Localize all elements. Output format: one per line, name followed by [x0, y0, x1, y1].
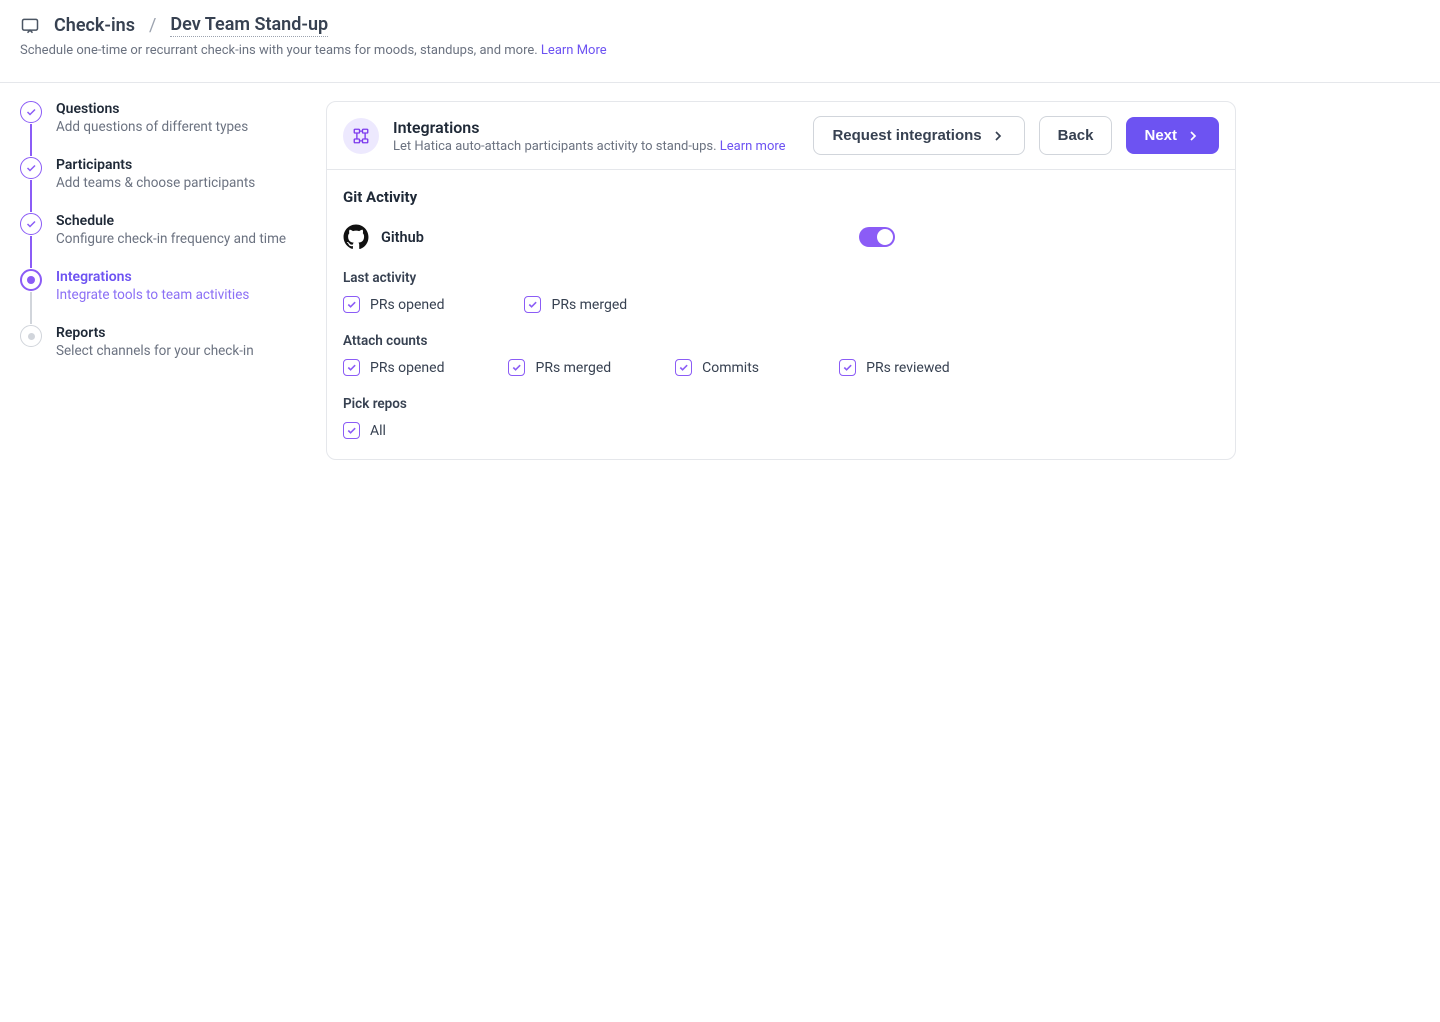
step-reports[interactable]: Reports Select channels for your check-i… — [20, 325, 300, 381]
step-desc: Integrate tools to team activities — [56, 287, 249, 303]
learn-more-link[interactable]: Learn More — [541, 43, 607, 58]
card-title: Integrations — [393, 118, 799, 137]
group-label: Last activity — [343, 270, 1219, 286]
page-description: Schedule one-time or recurrant check-ins… — [20, 43, 541, 58]
pick-repos-group: Pick repos All — [343, 396, 1219, 439]
step-integrations[interactable]: Integrations Integrate tools to team act… — [20, 269, 300, 325]
step-status-icon — [20, 325, 42, 347]
step-participants[interactable]: Participants Add teams & choose particip… — [20, 157, 300, 213]
step-status-icon — [20, 269, 42, 291]
step-title: Schedule — [56, 213, 286, 229]
github-icon — [343, 224, 369, 250]
page-header: Check-ins / Dev Team Stand-up Schedule o… — [0, 0, 1440, 70]
card-learn-more-link[interactable]: Learn more — [720, 139, 786, 154]
step-status-icon — [20, 157, 42, 179]
git-activity-title: Git Activity — [343, 188, 1219, 206]
breadcrumb-current[interactable]: Dev Team Stand-up — [170, 14, 328, 37]
checkbox-commits[interactable]: Commits — [675, 359, 775, 376]
next-button[interactable]: Next — [1126, 117, 1219, 154]
step-desc: Add teams & choose participants — [56, 175, 255, 191]
checkbox-prs-opened[interactable]: PRs opened — [343, 296, 444, 313]
breadcrumb: Check-ins / Dev Team Stand-up — [20, 14, 1420, 37]
step-title: Integrations — [56, 269, 249, 285]
checkbox-prs-opened[interactable]: PRs opened — [343, 359, 444, 376]
step-title: Reports — [56, 325, 254, 341]
step-title: Questions — [56, 101, 248, 117]
step-desc: Configure check-in frequency and time — [56, 231, 286, 247]
step-status-icon — [20, 101, 42, 123]
checkbox-prs-merged[interactable]: PRs merged — [524, 296, 627, 313]
chat-icon — [20, 16, 40, 36]
step-desc: Select channels for your check-in — [56, 343, 254, 359]
attach-counts-group: Attach counts PRs opened PRs merged C — [343, 333, 1219, 376]
integrations-icon — [343, 118, 379, 154]
step-title: Participants — [56, 157, 255, 173]
breadcrumb-separator: / — [149, 15, 156, 36]
github-toggle[interactable] — [859, 227, 895, 247]
card-subtitle: Let Hatica auto-attach participants acti… — [393, 139, 799, 154]
step-status-icon — [20, 213, 42, 235]
breadcrumb-root[interactable]: Check-ins — [54, 15, 135, 36]
chevron-right-icon — [1185, 128, 1201, 144]
last-activity-group: Last activity PRs opened PRs merged — [343, 270, 1219, 313]
step-list: Questions Add questions of different typ… — [20, 101, 300, 460]
step-schedule[interactable]: Schedule Configure check-in frequency an… — [20, 213, 300, 269]
checkbox-prs-merged[interactable]: PRs merged — [508, 359, 611, 376]
back-button[interactable]: Back — [1039, 116, 1113, 155]
checkbox-all-repos[interactable]: All — [343, 422, 443, 439]
group-label: Attach counts — [343, 333, 1219, 349]
chevron-right-icon — [990, 128, 1006, 144]
provider-row: Github — [343, 224, 1219, 250]
group-label: Pick repos — [343, 396, 1219, 412]
checkbox-prs-reviewed[interactable]: PRs reviewed — [839, 359, 950, 376]
request-integrations-button[interactable]: Request integrations — [813, 116, 1024, 155]
provider-name: Github — [381, 229, 424, 246]
card-header: Integrations Let Hatica auto-attach part… — [327, 102, 1235, 170]
page-subtitle: Schedule one-time or recurrant check-ins… — [20, 43, 1420, 58]
step-questions[interactable]: Questions Add questions of different typ… — [20, 101, 300, 157]
step-desc: Add questions of different types — [56, 119, 248, 135]
integrations-card: Integrations Let Hatica auto-attach part… — [326, 101, 1236, 460]
